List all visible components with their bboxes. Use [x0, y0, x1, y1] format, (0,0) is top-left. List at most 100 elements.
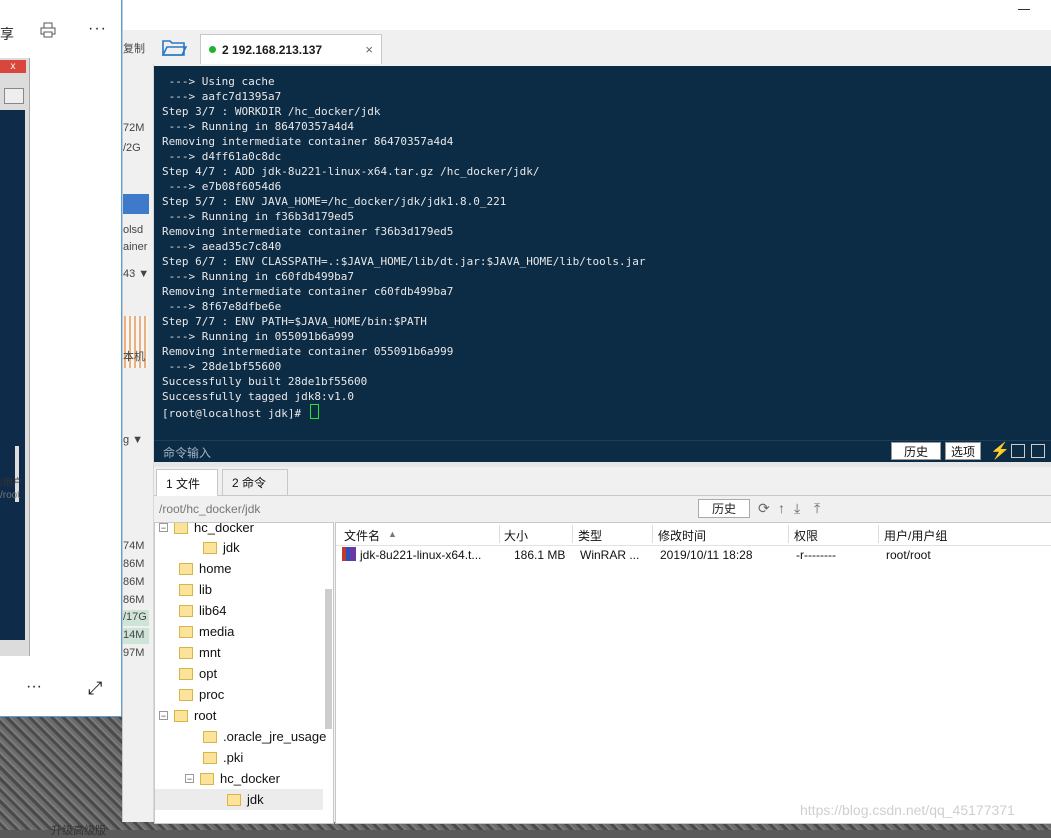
tree-item-label: root: [194, 708, 217, 723]
ssh-client-window: 复制 72M /2G olsd ainer 43 ▼ 本机 g ▼ 74M 86…: [51, 0, 1051, 837]
column-divider[interactable]: [878, 525, 879, 543]
open-folder-icon[interactable]: [161, 36, 188, 58]
folder-icon: [174, 709, 188, 722]
download-icon[interactable]: ⤓: [794, 500, 800, 517]
strip-label: g ▼: [123, 434, 144, 446]
column-header-permissions[interactable]: 权限: [794, 527, 818, 544]
tree-item-label: jdk: [247, 792, 264, 807]
window-title-bar: [123, 0, 1051, 30]
file-name: jdk-8u221-linux-x64.t...: [360, 548, 482, 562]
session-tab-bar: 2 192.168.213.137 ×: [153, 30, 1051, 64]
overlay-toolbar: 享 ···: [0, 0, 121, 58]
column-divider[interactable]: [652, 525, 653, 543]
sort-ascending-icon: ▲: [388, 529, 397, 539]
tree-item-label: lib: [199, 582, 213, 597]
share-label[interactable]: 享: [0, 24, 14, 44]
tree-item[interactable]: .pki: [203, 747, 333, 768]
refresh-icon[interactable]: ⟳: [758, 500, 770, 517]
folder-icon: [179, 646, 193, 659]
tree-item[interactable]: mnt: [179, 642, 333, 663]
tree-scrollbar[interactable]: [325, 589, 332, 729]
tab-close-icon[interactable]: ×: [365, 42, 373, 57]
column-header-owner[interactable]: 用户/用户组: [884, 527, 947, 544]
expand-icon[interactable]: ⤢: [88, 678, 102, 699]
strip-label: 86M: [123, 576, 145, 588]
column-header-type[interactable]: 类型: [578, 527, 602, 544]
left-info-strip: 复制 72M /2G olsd ainer 43 ▼ 本机 g ▼ 74M 86…: [51, 30, 154, 837]
close-icon[interactable]: x: [0, 60, 26, 73]
column-divider[interactable]: [572, 525, 573, 543]
paste-icon[interactable]: [1031, 444, 1045, 458]
strip-selected-block: [123, 194, 149, 214]
strip-label: olsd: [123, 224, 144, 236]
more-options-icon[interactable]: ···: [88, 20, 107, 38]
tree-item[interactable]: opt: [179, 663, 333, 684]
tree-item-label: hc_docker: [194, 522, 254, 535]
folder-icon: [179, 625, 193, 638]
column-header-size[interactable]: 大小: [504, 527, 528, 544]
tree-item[interactable]: lib: [179, 579, 333, 600]
tree-item[interactable]: jdk: [203, 537, 333, 558]
side-text: /用户: [0, 478, 23, 489]
file-modified: 2019/10/11 18:28: [660, 548, 753, 562]
winrar-archive-icon: [342, 547, 356, 561]
options-button[interactable]: 选项: [945, 442, 981, 460]
column-header-modified[interactable]: 修改时间: [658, 527, 706, 544]
tree-item[interactable]: lib64: [179, 600, 333, 621]
more-icon[interactable]: ···: [26, 678, 42, 696]
strip-label: /2G: [123, 142, 141, 154]
tree-item-label: media: [199, 624, 235, 639]
tree-item[interactable]: .oracle_jre_usage: [203, 726, 333, 747]
tree-item[interactable]: home: [179, 558, 333, 579]
folder-icon: [203, 730, 217, 743]
tree-item[interactable]: proc: [179, 684, 333, 705]
strip-label: 复制: [123, 43, 145, 55]
strip-label: 97M: [123, 647, 145, 659]
tree-item-label: lib64: [199, 603, 227, 618]
tree-item[interactable]: − hc_docker: [185, 768, 333, 789]
tab-session[interactable]: 2 192.168.213.137 ×: [200, 34, 382, 64]
upload-icon[interactable]: ⤒: [814, 500, 820, 517]
folder-tree: − hc_docker jdk home lib lib64 media mnt: [154, 522, 334, 824]
view-toggle-icon[interactable]: [4, 88, 24, 104]
folder-icon: [179, 583, 193, 596]
tab-session-label: 2 192.168.213.137: [222, 42, 323, 57]
copy-icon[interactable]: [1011, 444, 1025, 458]
strip-label: 14M: [123, 629, 145, 641]
terminal-output[interactable]: ---> Using cache ---> aafc7d1395a7 Step …: [154, 66, 1051, 442]
strip-label: 本机: [123, 351, 145, 363]
column-divider[interactable]: [788, 525, 789, 543]
overlay-bottom-bar: ··· ⤢: [0, 668, 121, 716]
print-icon[interactable]: [40, 22, 56, 38]
strip-label: /17G: [123, 611, 147, 623]
tree-item-selected[interactable]: jdk: [155, 789, 323, 810]
tree-item[interactable]: media: [179, 621, 333, 642]
tree-item[interactable]: − root: [159, 705, 329, 726]
up-directory-icon[interactable]: ↑: [778, 500, 785, 516]
collapse-icon[interactable]: −: [159, 711, 168, 721]
folder-icon: [174, 523, 188, 534]
collapse-icon[interactable]: −: [185, 774, 194, 784]
terminal-cursor: [309, 404, 319, 419]
history-button[interactable]: 历史: [891, 442, 941, 460]
tree-item-label: opt: [199, 666, 218, 681]
file-list: 文件名 ▲ 大小 类型 修改时间 权限 用户/用户组 jdk-8u221-lin…: [335, 522, 1051, 824]
minimize-button[interactable]: [1018, 9, 1030, 10]
column-divider[interactable]: [499, 525, 500, 543]
collapse-icon[interactable]: −: [159, 523, 168, 533]
column-header-name[interactable]: 文件名: [344, 527, 380, 544]
path-history-button[interactable]: 历史: [698, 499, 750, 518]
upgrade-label[interactable]: 升级高级版: [51, 822, 106, 838]
strip-label: 86M: [123, 594, 145, 606]
side-text: /root: [0, 490, 21, 501]
tab-commands[interactable]: 2 命令: [222, 469, 288, 495]
tree-item[interactable]: − hc_docker: [159, 522, 329, 538]
command-input-label: 命令输入: [163, 446, 212, 460]
current-path[interactable]: /root/hc_docker/jdk: [159, 502, 260, 516]
watermark-text: https://blog.csdn.net/qq_45177371: [800, 802, 1015, 818]
tab-files[interactable]: 1 文件: [156, 469, 218, 496]
file-row[interactable]: jdk-8u221-linux-x64.t... 186.1 MB WinRAR…: [336, 545, 1051, 565]
command-input-bar[interactable]: 命令输入 历史 选项 ⚡: [154, 440, 1051, 463]
lightning-icon[interactable]: ⚡: [990, 441, 1010, 461]
file-type: WinRAR ...: [580, 548, 640, 562]
